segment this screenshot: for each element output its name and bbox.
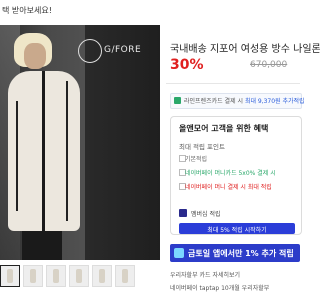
start-membership-label: 최대 5% 적립 시작하기 bbox=[207, 227, 267, 234]
membership-note-text: 멤버십 적립 bbox=[191, 211, 221, 218]
thumbnail-item[interactable] bbox=[115, 265, 135, 287]
product-main-image[interactable]: G/FORE bbox=[0, 25, 160, 260]
membership-note: 멤버십 적립 bbox=[179, 208, 291, 219]
original-price: 670,000 bbox=[250, 60, 288, 70]
coat-stripe bbox=[66, 81, 68, 221]
product-title: 국내배송 지포어 여성용 방수 나일론 bbox=[170, 44, 320, 55]
product-info-panel: 국내배송 지포어 여성용 방수 나일론 30% 670,000 라인프렌즈카드 … bbox=[166, 0, 320, 300]
app-promo-text: 금토일 앱에서만 1% 추가 적립 bbox=[188, 249, 294, 258]
thumbnail-item[interactable] bbox=[46, 265, 66, 287]
member-benefit-box: 올앤모어 고객을 위한 혜택 최대 적립 포인트 기본적립 네이버페이 머니카드… bbox=[170, 116, 302, 235]
brand-logo-icon bbox=[78, 39, 102, 63]
benefit-item[interactable]: 네이버페이 머니카드 5x0% 결제 시 bbox=[185, 168, 276, 177]
brand-logo-text: G/FORE bbox=[104, 45, 142, 55]
app-promo-banner[interactable]: 금토일 앱에서만 1% 추가 적립 bbox=[170, 244, 300, 262]
member-benefit-title: 올앤모어 고객을 위한 혜택 bbox=[179, 124, 269, 133]
payment-benefit-prefix: 라인프렌즈카드 결제 시 bbox=[184, 98, 244, 105]
discount-rate: 30% bbox=[170, 57, 204, 73]
thumbnail-item[interactable] bbox=[0, 265, 20, 287]
thumbnail-item[interactable] bbox=[23, 265, 43, 287]
thumbnail-strip bbox=[0, 265, 160, 287]
payment-benefit-notice[interactable]: 라인프렌즈카드 결제 시 최대 9,370원 추가적립 bbox=[170, 93, 305, 109]
benefit-item: 기본적립 bbox=[185, 156, 208, 163]
payment-benefit-text: 라인프렌즈카드 결제 시 최대 9,370원 추가적립 bbox=[184, 96, 305, 105]
coat-stripe-left bbox=[16, 101, 18, 211]
start-membership-button[interactable]: 최대 5% 적립 시작하기 bbox=[179, 223, 295, 234]
payment-benefit-highlight: 최대 9,370원 추가적립 bbox=[244, 98, 305, 105]
model-face bbox=[24, 43, 46, 69]
top-notice-text: 택 받아보세요! bbox=[2, 6, 52, 15]
coat-zipper bbox=[42, 71, 45, 231]
membership-icon bbox=[179, 209, 187, 217]
card-icon bbox=[174, 97, 181, 104]
benefit-item[interactable]: 네이버페이 머니 결제 시 최대 적립 bbox=[185, 182, 272, 191]
divider bbox=[166, 83, 300, 84]
footnote[interactable]: 네이버페이 taptap 10개월 우리자할부 bbox=[170, 283, 269, 292]
thumbnail-item[interactable] bbox=[92, 265, 112, 287]
app-icon bbox=[174, 248, 184, 258]
thumbnail-item[interactable] bbox=[69, 265, 89, 287]
model-legs bbox=[22, 231, 62, 260]
model-coat bbox=[8, 71, 80, 231]
member-benefit-subtitle: 최대 적립 포인트 bbox=[179, 143, 225, 151]
footnote[interactable]: 우리자할부 카드 자세히보기 bbox=[170, 270, 240, 279]
